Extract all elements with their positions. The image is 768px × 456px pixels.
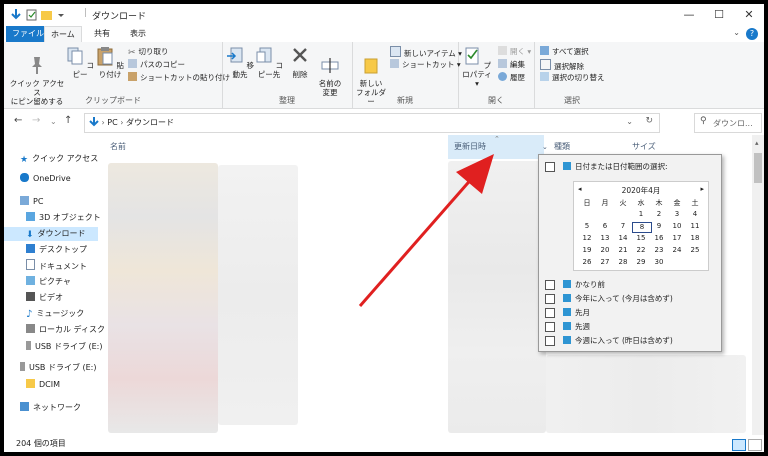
annotation-arrow xyxy=(358,154,494,307)
arrow-shaft xyxy=(358,175,476,307)
explorer-window: | ダウンロード — ☐ ✕ ファイル ホーム 共有 表示 ⌄ ? クイック ア… xyxy=(4,4,764,452)
